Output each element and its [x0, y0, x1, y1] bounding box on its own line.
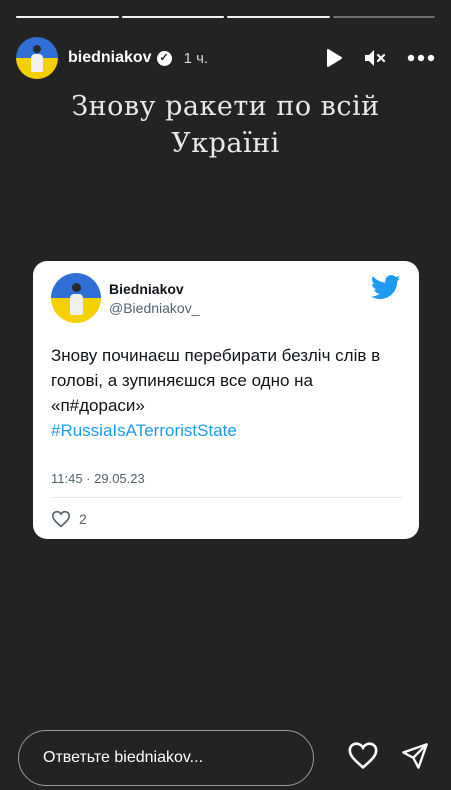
heart-outline-icon	[51, 510, 71, 528]
tweet-author-handle: @Biedniakov_	[109, 299, 200, 316]
tweet-author: Biedniakov @Biedniakov_	[51, 273, 200, 323]
caption-line: Україні	[171, 128, 280, 159]
progress-segment	[227, 16, 330, 18]
progress-segment	[332, 16, 435, 18]
tweet-author-name: Biedniakov	[109, 280, 184, 297]
story-header: biedniakov ✓ 1 ч.	[16, 36, 435, 80]
reply-input[interactable]	[18, 730, 314, 786]
tweet-hashtag[interactable]: #RussiaIsATerroristState	[51, 418, 403, 443]
mute-icon[interactable]	[363, 48, 387, 68]
tweet-likes: 2	[51, 510, 87, 528]
reply-bar	[18, 730, 435, 786]
username[interactable]: biedniakov	[68, 49, 152, 67]
progress-segment	[121, 16, 224, 18]
like-count: 2	[79, 511, 87, 527]
twitter-bird-icon	[370, 275, 401, 305]
avatar[interactable]	[16, 37, 58, 79]
tweet-text: Знову починаєш перебирати безліч слів в …	[51, 343, 403, 443]
post-time: 1 ч.	[183, 49, 209, 67]
tweet-date: 11:45 · 29.05.23	[51, 471, 145, 486]
tweet-avatar	[51, 273, 101, 323]
tweet-card: Biedniakov @Biedniakov_ Знову починаєш п…	[33, 261, 419, 539]
more-icon[interactable]	[407, 54, 435, 62]
divider	[51, 497, 403, 498]
send-icon[interactable]	[401, 742, 429, 775]
story-caption: Знову ракети по всій Україні	[0, 88, 451, 162]
tweet-body: Знову починаєш перебирати безліч слів в …	[51, 346, 381, 415]
caption-line: Знову ракети по всій	[71, 91, 380, 122]
story-progress-bar	[16, 16, 435, 18]
progress-segment	[16, 16, 119, 18]
verified-badge-icon: ✓	[156, 50, 172, 66]
heart-icon[interactable]	[347, 741, 379, 775]
play-icon[interactable]	[325, 48, 343, 68]
